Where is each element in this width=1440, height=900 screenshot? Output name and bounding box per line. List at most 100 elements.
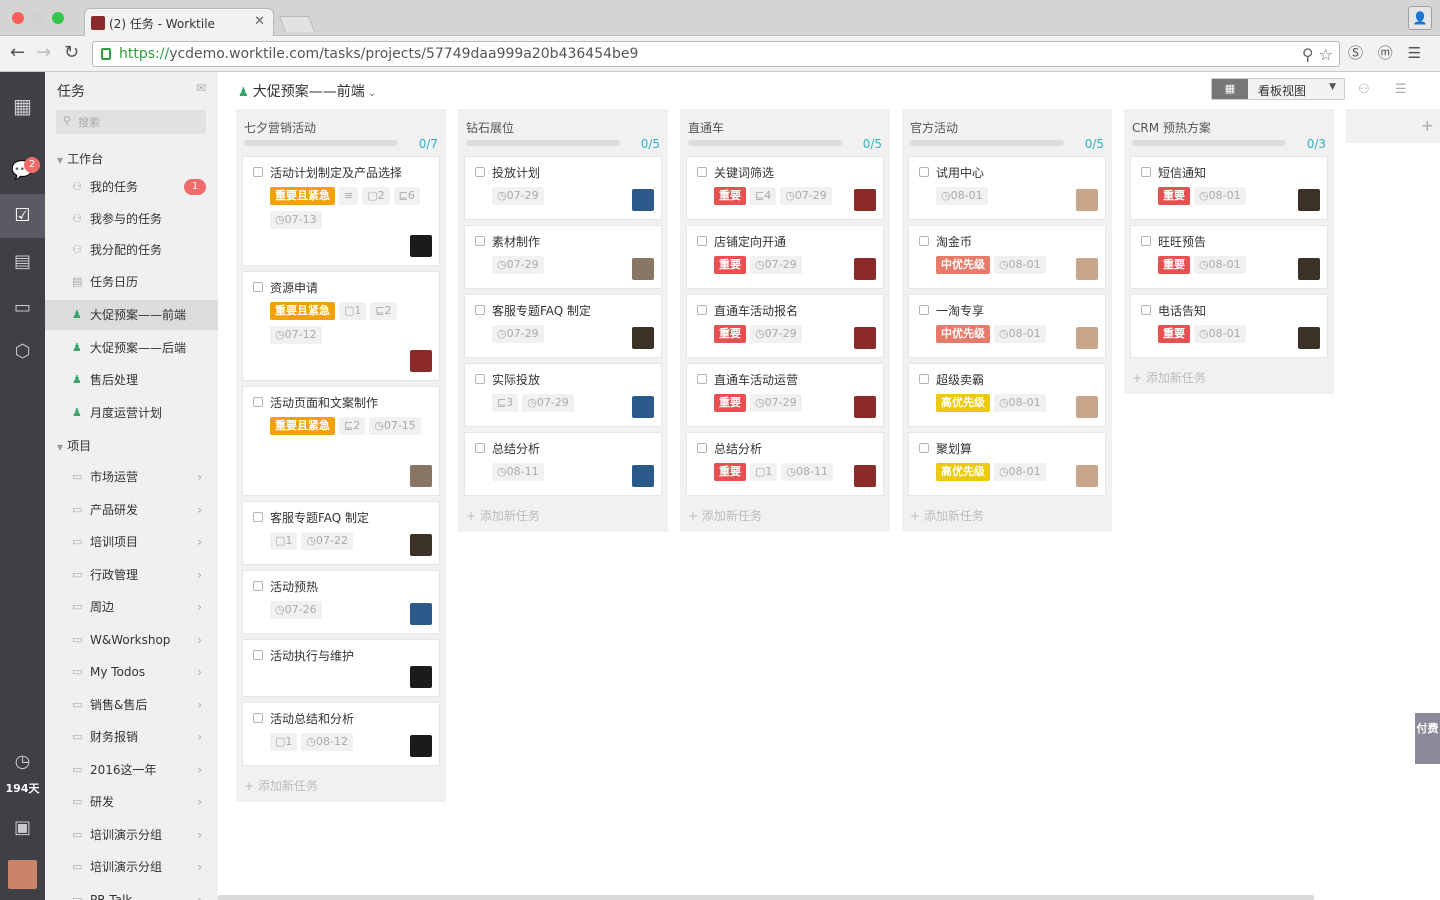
task-checkbox[interactable] (697, 236, 707, 246)
tasks-icon[interactable]: ☑ (0, 194, 45, 238)
sidebar-item-folder[interactable]: ▭ 财务报销 › (45, 722, 218, 752)
profile-icon[interactable]: 👤 (1408, 6, 1432, 30)
sidebar-item-calendar[interactable]: ▤ 任务日历 (45, 267, 218, 297)
bookmark-star-icon[interactable]: ⚲ ☆ (1302, 45, 1333, 64)
extension-m-icon[interactable]: ⓜ (1378, 42, 1393, 63)
assignee-avatar[interactable] (410, 235, 432, 257)
task-checkbox[interactable] (919, 167, 929, 177)
task-card[interactable]: 电话告知 重要 ◷ 08-01 (1130, 294, 1328, 358)
task-card[interactable]: 短信通知 重要 ◷ 08-01 (1130, 156, 1328, 220)
task-checkbox[interactable] (919, 374, 929, 384)
task-card[interactable]: 总结分析 ◷ 08-11 (464, 432, 662, 496)
sidebar-item-project-frontend[interactable]: ♟ 大促预案——前端 (45, 300, 218, 330)
assignee-avatar[interactable] (854, 258, 876, 280)
assignee-avatar[interactable] (632, 465, 654, 487)
assignee-avatar[interactable] (1298, 327, 1320, 349)
task-card[interactable]: 投放计划 ◷ 07-29 (464, 156, 662, 220)
task-checkbox[interactable] (475, 236, 485, 246)
assignee-avatar[interactable] (632, 396, 654, 418)
task-card[interactable]: 超级卖霸 高优先级 ◷ 08-01 (908, 363, 1106, 427)
add-task-button[interactable]: + 添加新任务 (902, 501, 1112, 524)
task-card[interactable]: 客服专题FAQ 制定 ◷ 07-29 (464, 294, 662, 358)
assignee-avatar[interactable] (410, 666, 432, 688)
task-checkbox[interactable] (919, 236, 929, 246)
task-checkbox[interactable] (253, 512, 263, 522)
task-checkbox[interactable] (1141, 305, 1151, 315)
board-grid-icon[interactable]: ▦ (1212, 79, 1248, 99)
close-tab-icon[interactable]: ✕ (254, 14, 265, 29)
assignee-avatar[interactable] (1298, 189, 1320, 211)
add-task-button[interactable]: + 添加新任务 (458, 501, 668, 524)
sidebar-item-joined-tasks[interactable]: ⚇ 我参与的任务 (45, 204, 218, 234)
inbox-icon[interactable]: ✉ (196, 81, 206, 95)
chat-icon[interactable]: 💬 2 (0, 149, 45, 193)
horizontal-scrollbar[interactable] (218, 895, 1314, 900)
task-checkbox[interactable] (697, 374, 707, 384)
assignee-avatar[interactable] (410, 603, 432, 625)
task-card[interactable]: 活动计划制定及产品选择 重要且紧急 ≡ ▢ 2 ⊑ 6◷ 07-13 (242, 156, 440, 266)
folder-icon[interactable]: ▭ (0, 286, 45, 330)
calendar-icon[interactable]: ▤ (0, 240, 45, 284)
workbench-section[interactable]: ▼ 工作台 (57, 150, 103, 167)
sidebar-item-folder[interactable]: ▭ PR Talk › (45, 885, 218, 900)
extension-s-icon[interactable]: Ⓢ (1348, 42, 1363, 63)
task-card[interactable]: 关键词筛选 重要 ⊑ 4 ◷ 07-29 (686, 156, 884, 220)
task-card[interactable]: 资源申请 重要且紧急 ▢ 1 ⊑ 2◷ 07-12 (242, 271, 440, 381)
task-card[interactable]: 直通车活动运营 重要 ◷ 07-29 (686, 363, 884, 427)
task-card[interactable]: 活动页面和文案制作 重要且紧急 ⊑ 2 ◷ 07-15 (242, 386, 440, 496)
task-checkbox[interactable] (697, 305, 707, 315)
dashboard-icon[interactable]: ▦ (0, 84, 45, 128)
assignee-avatar[interactable] (410, 534, 432, 556)
task-card[interactable]: 聚划算 高优先级 ◷ 08-01 (908, 432, 1106, 496)
menu-icon[interactable]: ☰ (1408, 44, 1421, 62)
assignee-avatar[interactable] (1076, 189, 1098, 211)
contacts-icon[interactable]: ▣ (0, 806, 45, 850)
task-checkbox[interactable] (697, 443, 707, 453)
assignee-avatar[interactable] (1076, 258, 1098, 280)
task-checkbox[interactable] (253, 650, 263, 660)
address-bar[interactable]: https://ycdemo.worktile.com/tasks/projec… (92, 41, 1340, 67)
assignee-avatar[interactable] (632, 258, 654, 280)
assignee-avatar[interactable] (410, 350, 432, 372)
add-task-button[interactable]: + 添加新任务 (1124, 363, 1334, 386)
sidebar-item-assigned-tasks[interactable]: ⚇ 我分配的任务 (45, 235, 218, 265)
task-card[interactable]: 直通车活动报名 重要 ◷ 07-29 (686, 294, 884, 358)
sidebar-item-folder[interactable]: ▭ 产品研发 › (45, 495, 218, 525)
task-checkbox[interactable] (475, 443, 485, 453)
assignee-avatar[interactable] (854, 396, 876, 418)
task-checkbox[interactable] (919, 443, 929, 453)
filter-list-icon[interactable]: ☰ (1395, 82, 1407, 97)
task-checkbox[interactable] (253, 282, 263, 292)
sidebar-item-folder[interactable]: ▭ 研发 › (45, 787, 218, 817)
add-task-button[interactable]: + 添加新任务 (236, 771, 446, 794)
close-window-button[interactable] (12, 12, 24, 24)
task-card[interactable]: 客服专题FAQ 制定 ▢ 1 ◷ 07-22 (242, 501, 440, 565)
task-checkbox[interactable] (253, 581, 263, 591)
sidebar-item-project-aftersales[interactable]: ♟ 售后处理 (45, 365, 218, 395)
sidebar-item-folder[interactable]: ▭ 培训演示分组 › (45, 820, 218, 850)
sidebar-item-folder[interactable]: ▭ 2016这一年 › (45, 755, 218, 785)
assignee-avatar[interactable] (1298, 258, 1320, 280)
view-switcher[interactable]: ▦ 看板视图 ▼ (1211, 78, 1345, 100)
clock-icon[interactable]: ◷ (0, 740, 45, 784)
task-card[interactable]: 旺旺预告 重要 ◷ 08-01 (1130, 225, 1328, 289)
sidebar-item-project-monthly[interactable]: ♟ 月度运营计划 (45, 398, 218, 428)
task-card[interactable]: 活动预热 ◷ 07-26 (242, 570, 440, 634)
task-checkbox[interactable] (253, 167, 263, 177)
search-input[interactable]: ⚲ 搜索 (56, 110, 206, 134)
assignee-avatar[interactable] (410, 735, 432, 757)
task-card[interactable]: 店铺定向开通 重要 ◷ 07-29 (686, 225, 884, 289)
task-checkbox[interactable] (697, 167, 707, 177)
assignee-avatar[interactable] (410, 465, 432, 487)
assignee-avatar[interactable] (854, 327, 876, 349)
task-checkbox[interactable] (475, 167, 485, 177)
task-checkbox[interactable] (919, 305, 929, 315)
assignee-avatar[interactable] (854, 465, 876, 487)
assignee-avatar[interactable] (854, 189, 876, 211)
sidebar-item-my-tasks[interactable]: ⚇ 我的任务 1 (45, 172, 218, 202)
assignee-avatar[interactable] (632, 189, 654, 211)
add-task-button[interactable]: + 添加新任务 (680, 501, 890, 524)
user-avatar[interactable] (8, 860, 37, 889)
task-checkbox[interactable] (475, 305, 485, 315)
task-card[interactable]: 淘金币 中优先级 ◷ 08-01 (908, 225, 1106, 289)
